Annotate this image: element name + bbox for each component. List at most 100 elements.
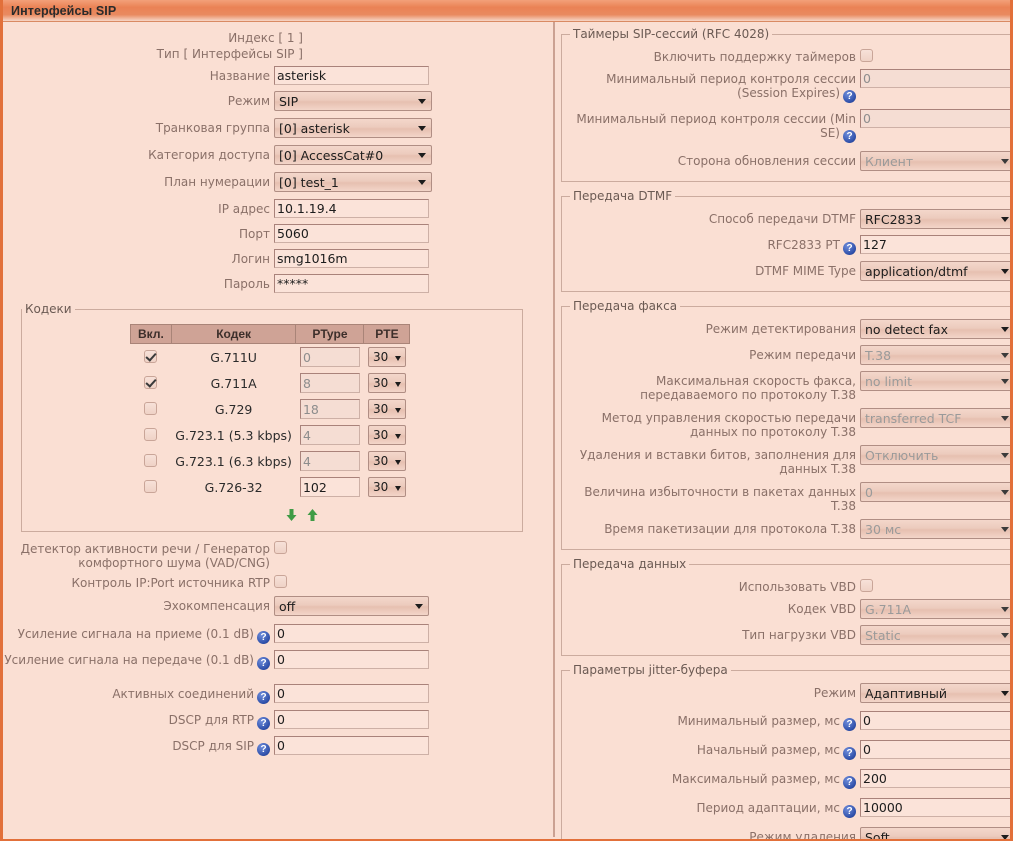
help-icon[interactable]: ? (843, 805, 856, 818)
dtmf-mime-value: application/dtmf (865, 264, 968, 279)
numbering-plan-select[interactable]: [0] test_1 (274, 172, 432, 192)
dscp-rtp-input[interactable] (274, 710, 429, 729)
session-expires-input[interactable] (860, 69, 1010, 88)
name-label: Название (209, 69, 270, 83)
fax-transfer-mode-select[interactable]: T.38 (860, 345, 1010, 365)
jitter-delete-mode-select[interactable]: Soft (860, 827, 1010, 841)
enable-timers-checkbox[interactable] (860, 49, 873, 62)
fax-redundancy-select[interactable]: 0 (860, 482, 1010, 502)
arrow-up-icon[interactable] (306, 508, 319, 525)
codec-enabled-checkbox[interactable] (144, 376, 158, 389)
jitter-min-size-input[interactable] (860, 711, 1010, 730)
min-se-input[interactable] (860, 109, 1010, 128)
codec-pte-cell: 30 (364, 474, 410, 500)
help-icon[interactable]: ? (257, 631, 270, 644)
name-input[interactable] (274, 66, 429, 85)
vbd-payload-select[interactable]: Static (860, 625, 1010, 645)
codec-pte-value: 30 (372, 480, 389, 494)
codec-enabled-checkbox[interactable] (144, 454, 158, 467)
fax-max-speed-select[interactable]: no limit (860, 371, 1010, 391)
echo-cancel-select[interactable]: off (274, 596, 429, 616)
codec-ptype-input[interactable] (299, 373, 360, 393)
codec-row: G.729 30 (131, 396, 410, 422)
fax-rate-control-select[interactable]: transferred TCF (860, 408, 1010, 428)
codec-enabled-checkbox[interactable] (144, 350, 158, 363)
help-icon[interactable]: ? (257, 743, 270, 756)
gain-tx-input[interactable] (274, 650, 429, 669)
codec-name-cell: G.711A (210, 375, 257, 391)
jitter-init-size-input[interactable] (860, 740, 1010, 759)
chevron-down-icon (418, 153, 426, 158)
help-icon[interactable]: ? (843, 747, 856, 760)
codec-ptype-input[interactable] (299, 451, 360, 471)
dscp-rtp-label: DSCP для RTP (168, 713, 254, 727)
dtmf-mime-select[interactable]: application/dtmf (860, 261, 1010, 281)
codec-ptype-input[interactable] (299, 347, 360, 367)
codec-ptype-cell (296, 448, 364, 474)
gain-rx-input[interactable] (274, 624, 429, 643)
fax-transfer-mode-value: T.38 (865, 348, 892, 363)
arrow-down-icon[interactable] (285, 508, 298, 525)
row-trunk-group: Транковая группа [0] asterisk (3, 118, 553, 138)
rtp-source-control-checkbox[interactable] (274, 575, 287, 588)
password-input[interactable] (274, 274, 429, 293)
codec-pte-select[interactable]: 30 (367, 451, 406, 471)
help-icon[interactable]: ? (843, 90, 856, 103)
codec-ptype-input[interactable] (299, 399, 360, 419)
fax-packet-time-select[interactable]: 30 мс (860, 519, 1010, 539)
fax-detect-mode-select[interactable]: no detect fax (860, 319, 1010, 339)
help-icon[interactable]: ? (257, 717, 270, 730)
dtmf-method-select[interactable]: RFC2833 (860, 209, 1010, 229)
help-icon[interactable]: ? (843, 130, 856, 143)
login-input[interactable] (274, 249, 429, 268)
ip-address-input[interactable] (274, 199, 429, 218)
codec-pte-select[interactable]: 30 (367, 425, 406, 445)
access-category-select[interactable]: [0] AccessCat#0 (274, 145, 432, 165)
vad-cng-checkbox[interactable] (274, 541, 287, 554)
jitter-max-size-label: Максимальный размер, мс (671, 772, 840, 786)
codec-order-controls (82, 508, 522, 525)
help-icon[interactable]: ? (257, 691, 270, 704)
mode-select[interactable]: SIP (274, 91, 432, 111)
fax-packet-time-label: Время пакетизации для протокола T.38 (604, 522, 856, 536)
help-icon[interactable]: ? (257, 657, 270, 670)
jitter-max-size-input[interactable] (860, 769, 1010, 788)
codec-enabled-checkbox[interactable] (144, 402, 158, 415)
codec-pte-select[interactable]: 30 (367, 399, 406, 419)
fax-bit-removal-select[interactable]: Отключить (860, 445, 1010, 465)
rfc2833-pt-input[interactable] (860, 235, 1010, 254)
help-icon[interactable]: ? (843, 718, 856, 731)
row-fax-transfer-mode: Режим передачи T.38 (570, 345, 1010, 365)
codecs-fieldset: Кодеки Вкл. Кодек PType PTE G.711U30G.71… (21, 302, 523, 532)
codecs-header-row: Вкл. Кодек PType PTE (130, 324, 411, 344)
codec-enabled-cell (131, 344, 172, 371)
jitter-adapt-period-input[interactable] (860, 798, 1010, 817)
codec-pte-select[interactable]: 30 (367, 347, 406, 367)
codec-pte-select[interactable]: 30 (367, 373, 406, 393)
active-calls-input[interactable] (274, 684, 429, 703)
vbd-payload-label: Тип нагрузки VBD (742, 628, 856, 642)
codec-ptype-input[interactable] (299, 477, 360, 497)
codec-pte-select[interactable]: 30 (367, 477, 406, 497)
vad-cng-label-line2: комфортного шума (VAD/CNG) (78, 556, 270, 570)
codec-enabled-checkbox[interactable] (144, 428, 158, 441)
jitter-mode-select[interactable]: Адаптивный (860, 683, 1010, 703)
port-input[interactable] (274, 224, 429, 243)
dscp-sip-input[interactable] (274, 736, 429, 755)
trunk-group-select[interactable]: [0] asterisk (274, 118, 432, 138)
chevron-down-icon (418, 180, 426, 185)
vbd-codec-select[interactable]: G.711A (860, 599, 1010, 619)
chevron-down-icon (1001, 490, 1009, 495)
numbering-plan-value: [0] test_1 (279, 175, 339, 190)
codec-ptype-input[interactable] (299, 425, 360, 445)
codec-row: G.723.1 (5.3 kbps) 30 (131, 422, 410, 448)
trunk-group-value: [0] asterisk (279, 121, 350, 136)
help-icon[interactable]: ? (843, 242, 856, 255)
refresher-select[interactable]: Клиент (860, 151, 1010, 171)
use-vbd-checkbox[interactable] (860, 579, 873, 592)
chevron-down-icon (418, 99, 426, 104)
jitter-delete-mode-value: Soft (865, 830, 890, 841)
chevron-down-icon (394, 356, 401, 361)
help-icon[interactable]: ? (843, 776, 856, 789)
codec-enabled-checkbox[interactable] (144, 480, 158, 493)
